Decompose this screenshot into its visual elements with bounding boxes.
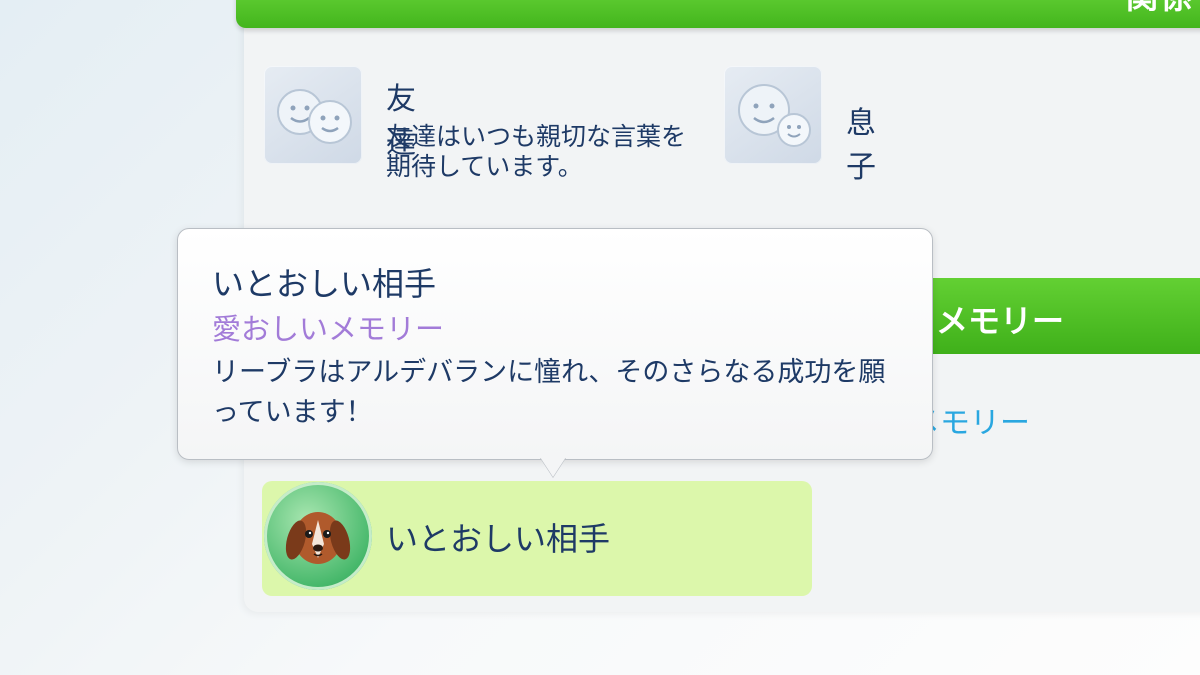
- tooltip-subtitle: 愛おしいメモリー: [212, 312, 445, 346]
- relationships-header: 関係: [236, 0, 1200, 28]
- trait-tooltip: いとおしい相手 愛おしいメモリー リーブラはアルデバランに憧れ、そのさらなる成功…: [177, 228, 933, 460]
- dog-avatar-icon: [264, 482, 372, 590]
- trait-label: いとおしい相手: [386, 520, 611, 558]
- relationship-description: 友達はいつも親切な言葉を期待しています。: [386, 122, 687, 181]
- memory-section-header: メモリー: [900, 278, 1200, 354]
- tooltip-title: いとおしい相手: [212, 265, 437, 303]
- parent-child-faces-icon: [724, 66, 822, 164]
- memory-section-title: メモリー: [936, 302, 1065, 340]
- relationship-title: 息子: [846, 106, 876, 185]
- tooltip-arrow: [540, 457, 566, 477]
- tooltip-description: リーブラはアルデバランに憧れ、そのさらなる成功を願っています！: [212, 357, 886, 428]
- header-title: 関係: [1126, 0, 1200, 18]
- friends-faces-icon: [264, 66, 362, 164]
